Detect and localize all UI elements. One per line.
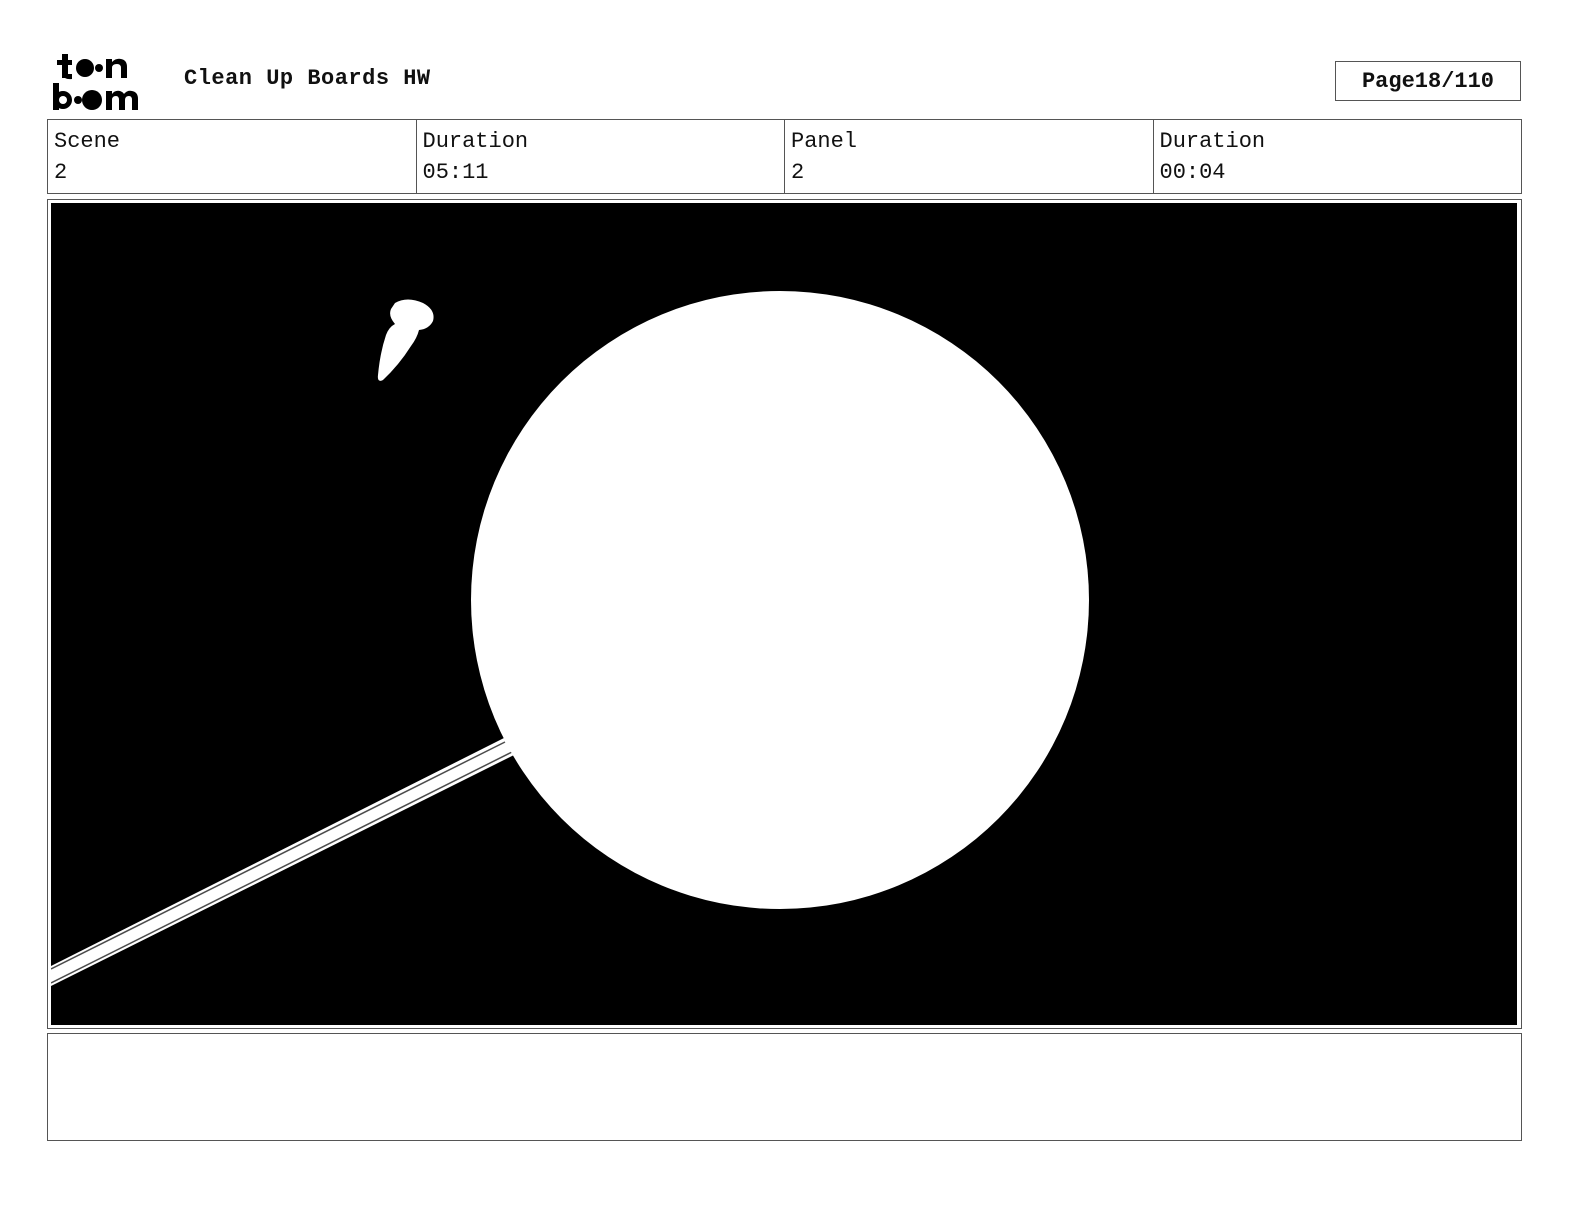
- document-title: Clean Up Boards HW: [184, 66, 431, 91]
- panel-duration-value: 00:04: [1159, 160, 1226, 185]
- page-number: 18/110: [1414, 68, 1495, 94]
- scene-duration-value: 05:11: [422, 160, 489, 185]
- scene-duration-label: Duration: [422, 129, 529, 154]
- scene-label: Scene: [54, 129, 121, 154]
- page-label: Page: [1361, 68, 1415, 94]
- scene-value: 2: [54, 160, 68, 185]
- storyboard-panel-image: [51, 203, 1517, 1025]
- scene-cell: Scene 2: [48, 120, 417, 193]
- scene-duration-cell: Duration 05:11: [417, 120, 785, 193]
- panel-duration-label: Duration: [1159, 129, 1266, 154]
- large-circle-shape: [471, 291, 1089, 909]
- panel-duration-cell: Duration 00:04: [1154, 120, 1522, 193]
- panel-notes: [47, 1033, 1522, 1141]
- panel-label: Panel: [791, 129, 858, 154]
- panel-cell: Panel 2: [785, 120, 1154, 193]
- storyboard-panel-frame: [47, 199, 1522, 1029]
- panel-info-table: Scene 2 Duration 05:11 Panel 2 Duration …: [47, 119, 1522, 194]
- toon-boom-logo: [53, 54, 138, 110]
- panel-drawing: [51, 203, 1517, 1025]
- page-indicator: Page 18/110: [1335, 61, 1521, 101]
- panel-value: 2: [791, 160, 805, 185]
